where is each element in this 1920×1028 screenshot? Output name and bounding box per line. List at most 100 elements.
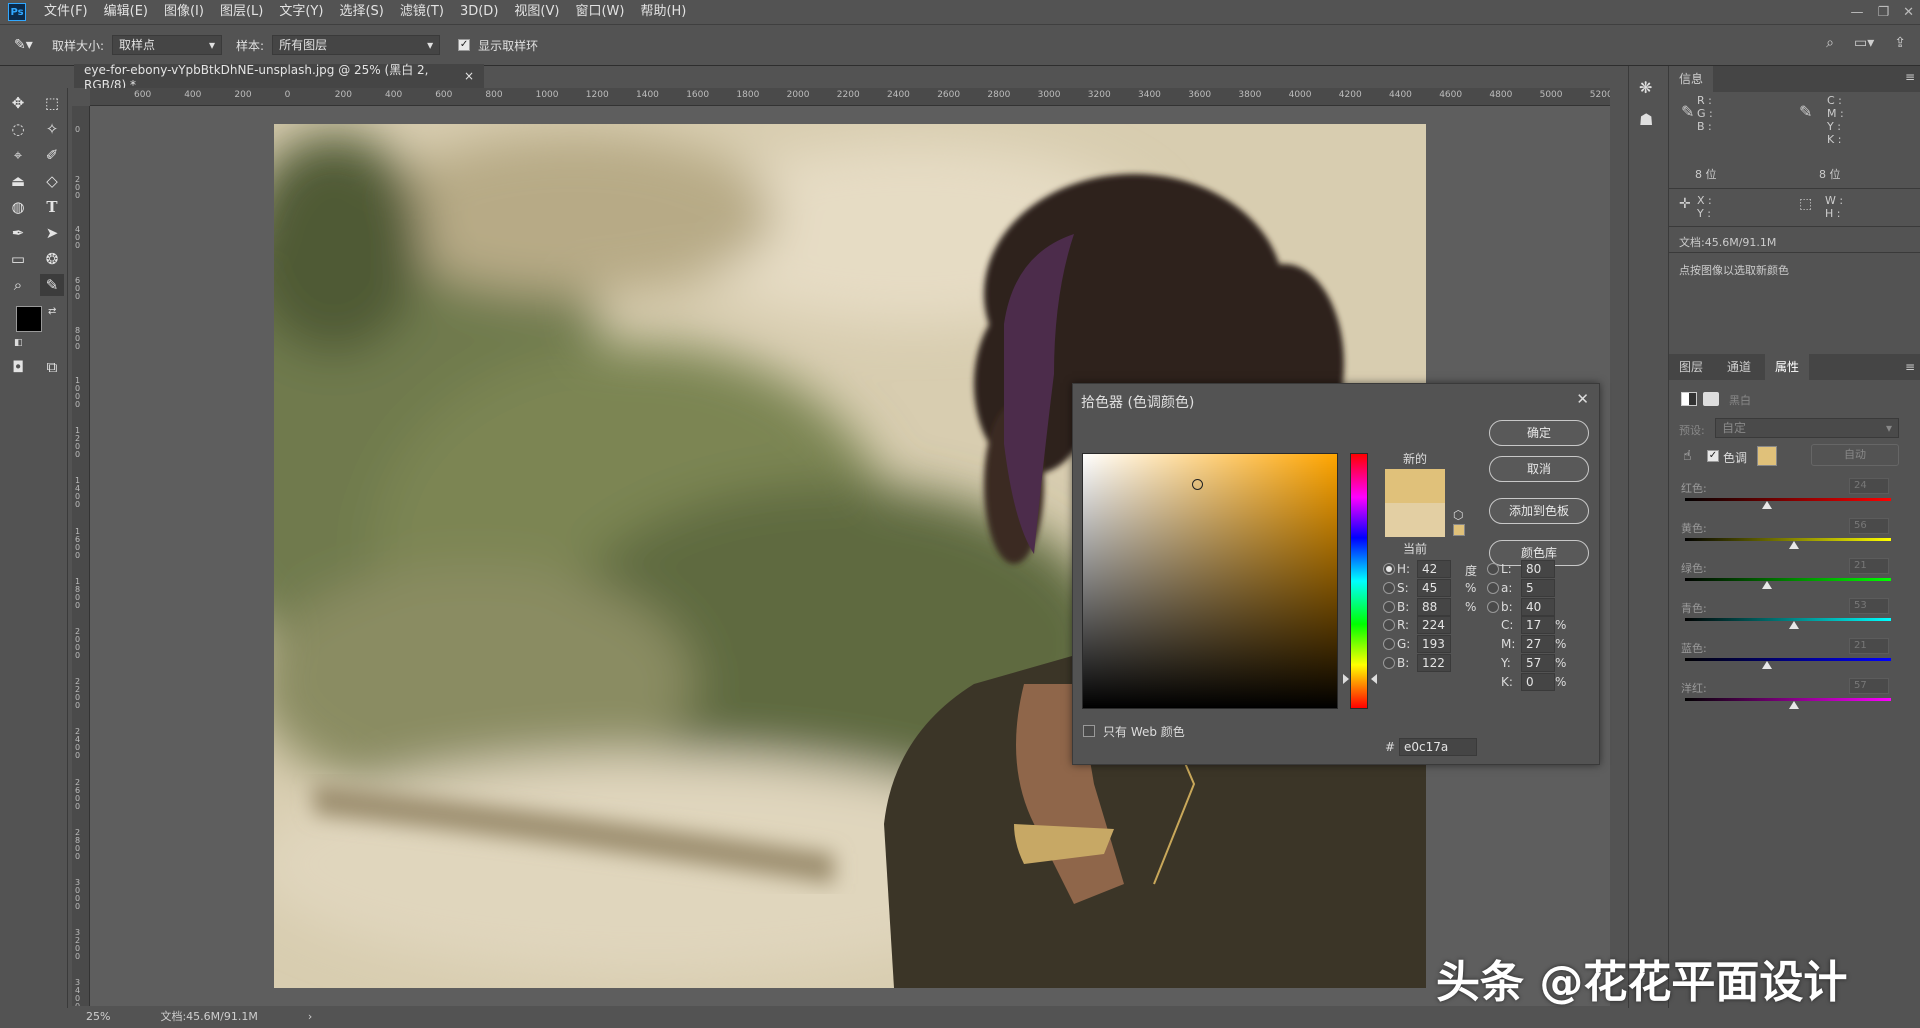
hsb-radio[interactable] [1383, 582, 1395, 594]
web-safe-swatch[interactable] [1453, 524, 1465, 536]
lab-input[interactable]: 40 [1521, 598, 1555, 616]
status-menu-arrow[interactable]: › [308, 1010, 312, 1023]
gamut-warning-icon[interactable]: ⬡ [1453, 508, 1463, 522]
hue-arrow-left[interactable] [1343, 674, 1349, 684]
slider-value-input[interactable]: 57 [1849, 678, 1889, 694]
menu-item-5[interactable]: 选择(S) [331, 0, 391, 24]
menu-item-10[interactable]: 帮助(H) [632, 0, 694, 24]
slider-value-input[interactable]: 56 [1849, 518, 1889, 534]
swap-colors-icon[interactable]: ⇄ [48, 306, 56, 317]
slider-thumb[interactable] [1762, 581, 1773, 589]
cmyk-input[interactable]: 0 [1521, 673, 1555, 691]
panel-menu-icon[interactable]: ≡ [1905, 70, 1915, 84]
hex-input[interactable]: e0c17a [1399, 738, 1477, 756]
lab-radio[interactable] [1487, 582, 1499, 594]
hsb-input[interactable]: 88 [1417, 598, 1451, 616]
lab-input[interactable]: 80 [1521, 560, 1555, 578]
slider-thumb[interactable] [1789, 621, 1800, 629]
eraser-tool-icon[interactable]: ◇ [40, 170, 64, 192]
marquee-tool-icon[interactable]: ⬚ [40, 92, 64, 114]
minimize-icon[interactable]: — [1850, 5, 1863, 20]
slider-track[interactable] [1685, 538, 1891, 541]
quick-mask-icon[interactable]: ◘ [6, 356, 30, 378]
rgb-radio[interactable] [1383, 619, 1395, 631]
add-swatch-button[interactable]: 添加到色板 [1489, 498, 1589, 524]
slider-track[interactable] [1685, 698, 1891, 701]
tab-info[interactable]: 信息 [1669, 66, 1714, 92]
slider-value-input[interactable]: 21 [1849, 638, 1889, 654]
quick-select-icon[interactable]: ⌖ [6, 144, 30, 166]
foreground-color-swatch[interactable] [16, 306, 42, 332]
sample-dropdown[interactable]: 所有图层 ▾ [272, 35, 441, 55]
slider-thumb[interactable] [1762, 661, 1773, 669]
share-icon[interactable]: ⇪ [1894, 35, 1906, 51]
slider-track[interactable] [1685, 658, 1891, 661]
brush-tool-icon[interactable]: ✐ [40, 144, 64, 166]
tab-channels[interactable]: 通道 [1717, 354, 1761, 380]
mask-icon[interactable] [1703, 392, 1719, 406]
slider-thumb[interactable] [1762, 501, 1773, 509]
close-icon[interactable]: ✕ [1576, 390, 1589, 408]
show-ring-checkbox[interactable]: ✓ [458, 39, 471, 51]
tab-layers[interactable]: 图层 [1669, 354, 1713, 380]
menu-item-3[interactable]: 图层(L) [212, 0, 271, 24]
current-color-swatch[interactable] [1385, 503, 1445, 537]
stamp-tool-icon[interactable]: ⏏ [6, 170, 30, 192]
hsb-input[interactable]: 45 [1417, 579, 1451, 597]
hsb-radio[interactable] [1383, 601, 1395, 613]
tint-checkbox[interactable]: ✓ [1707, 450, 1719, 462]
menu-item-4[interactable]: 文字(Y) [271, 0, 331, 24]
slider-value-input[interactable]: 24 [1849, 478, 1889, 494]
menu-item-7[interactable]: 3D(D) [452, 0, 506, 24]
lab-radio[interactable] [1487, 563, 1499, 575]
lab-input[interactable]: 5 [1521, 579, 1555, 597]
zoom-tool-icon[interactable]: ⌕ [6, 274, 30, 296]
hsb-input[interactable]: 42 [1417, 560, 1451, 578]
bucket-tool-icon[interactable]: ◍ [6, 196, 30, 218]
hue-slider[interactable] [1350, 453, 1368, 709]
document-tab[interactable]: eye-for-ebony-vYpbBtkDhNE-unsplash.jpg @… [74, 63, 484, 92]
tab-properties[interactable]: 属性 [1765, 354, 1810, 380]
panel-menu-icon[interactable]: ≡ [1905, 360, 1915, 374]
cmyk-input[interactable]: 27 [1521, 635, 1555, 653]
eyedropper-preset-icon[interactable]: ✎▾ [14, 37, 44, 53]
cmyk-input[interactable]: 17 [1521, 616, 1555, 634]
auto-button[interactable]: 自动 [1811, 444, 1899, 466]
saturation-brightness-field[interactable] [1082, 453, 1338, 709]
rgb-radio[interactable] [1383, 657, 1395, 669]
hsb-radio[interactable] [1383, 563, 1395, 575]
color-cursor[interactable] [1192, 479, 1203, 490]
cmyk-input[interactable]: 57 [1521, 654, 1555, 672]
default-colors-icon[interactable]: ◧ [14, 338, 23, 348]
lab-radio[interactable] [1487, 601, 1499, 613]
workspace-icon[interactable]: ▭▾ [1854, 35, 1874, 51]
hue-arrow-right[interactable] [1371, 674, 1377, 684]
move-tool-icon[interactable]: ✥ [6, 92, 30, 114]
slider-value-input[interactable]: 53 [1849, 598, 1889, 614]
ok-button[interactable]: 确定 [1489, 420, 1589, 446]
menu-item-1[interactable]: 编辑(E) [96, 0, 156, 24]
magic-wand-icon[interactable]: ✧ [40, 118, 64, 140]
menu-item-2[interactable]: 图像(I) [156, 0, 212, 24]
search-icon[interactable]: ⌕ [1826, 35, 1834, 51]
properties-icon[interactable]: ☗ [1639, 110, 1653, 129]
web-only-checkbox[interactable] [1083, 725, 1095, 737]
lasso-tool-icon[interactable]: ◌ [6, 118, 30, 140]
slider-track[interactable] [1685, 618, 1891, 621]
menu-item-6[interactable]: 滤镜(T) [392, 0, 452, 24]
type-tool-icon[interactable]: T [40, 196, 64, 218]
slider-value-input[interactable]: 21 [1849, 558, 1889, 574]
3d-tool-icon[interactable]: ❂ [40, 248, 64, 270]
cancel-button[interactable]: 取消 [1489, 456, 1589, 482]
tint-color-swatch[interactable] [1757, 446, 1777, 466]
pen-tool-icon[interactable]: ✒ [6, 222, 30, 244]
slider-track[interactable] [1685, 578, 1891, 581]
menu-item-9[interactable]: 窗口(W) [567, 0, 632, 24]
rgb-input[interactable]: 122 [1417, 654, 1451, 672]
menu-item-0[interactable]: 文件(F) [36, 0, 96, 24]
preset-dropdown[interactable]: 自定 ▾ [1715, 418, 1899, 438]
screen-mode-icon[interactable]: ⧉ [40, 356, 64, 378]
close-window-icon[interactable]: ✕ [1903, 5, 1914, 20]
zoom-level[interactable]: 25% [86, 1010, 110, 1023]
rgb-input[interactable]: 224 [1417, 616, 1451, 634]
